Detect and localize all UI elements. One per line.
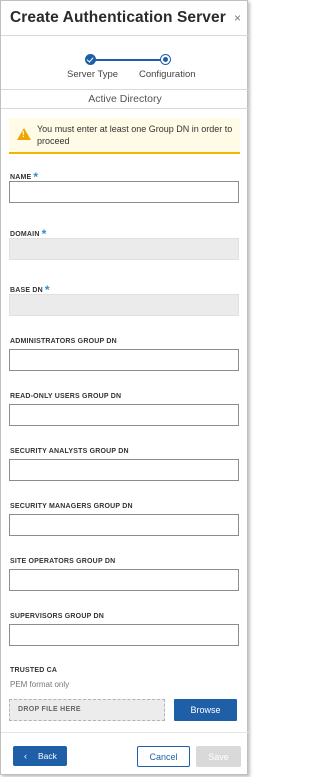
field-label-administrators-group-dn: ADMINISTRATORS GROUP DN [10,338,117,345]
site-operators-group-dn-input[interactable] [9,569,239,591]
close-icon[interactable]: × [234,12,241,24]
section-divider-top [1,89,249,90]
back-button[interactable]: ‹ Back [13,746,67,766]
back-button-label: Back [38,751,57,761]
security-managers-group-dn-input[interactable] [9,514,239,536]
security-analysts-group-dn-input[interactable] [9,459,239,481]
step-label-configuration: Configuration [139,69,196,80]
step-current-icon [160,54,171,65]
create-auth-server-dialog: Create Authentication Server × Server Ty… [0,0,249,775]
warning-icon: ! [17,128,31,140]
field-label-site-operators-group-dn: SITE OPERATORS GROUP DN [10,558,116,565]
warning-text: You must enter at least one Group DN in … [37,124,233,146]
field-label-name: NAME * [10,170,39,184]
stepper-connector [90,59,166,61]
cancel-button[interactable]: Cancel [137,746,190,767]
step-label-server-type: Server Type [67,69,119,80]
step-complete-check-icon [85,54,96,65]
name-input[interactable] [9,181,239,203]
field-label-supervisors-group-dn: SUPERVISORS GROUP DN [10,613,104,620]
section-title: Active Directory [88,93,162,105]
drop-zone-label: DROP FILE HERE [18,706,81,713]
read-only-users-group-dn-input[interactable] [9,404,239,426]
field-label-domain: DOMAIN * [10,227,47,241]
field-label-security-analysts-group-dn: SECURITY ANALYSTS GROUP DN [10,448,129,455]
field-label-trusted-ca: TRUSTED CA [10,667,58,674]
warning-banner: ! You must enter at least one Group DN i… [9,118,240,154]
section-divider-bottom [1,108,249,109]
supervisors-group-dn-input[interactable] [9,624,239,646]
header-divider [1,35,249,36]
field-label-read-only-users-group-dn: READ-ONLY USERS GROUP DN [10,393,122,400]
dialog-title: Create Authentication Server [10,9,226,26]
base-dn-input [9,294,239,316]
file-drop-zone[interactable]: DROP FILE HERE [9,699,165,721]
browse-button[interactable]: Browse [174,699,237,721]
trusted-ca-hint: PEM format only [10,680,70,689]
chevron-left-icon: ‹ [24,751,27,761]
footer-divider [1,732,249,733]
domain-input [9,238,239,260]
field-label-base-dn: BASE DN * [10,283,50,297]
save-button: Save [196,746,241,767]
administrators-group-dn-input[interactable] [9,349,239,371]
field-label-security-managers-group-dn: SECURITY MANAGERS GROUP DN [10,503,133,510]
